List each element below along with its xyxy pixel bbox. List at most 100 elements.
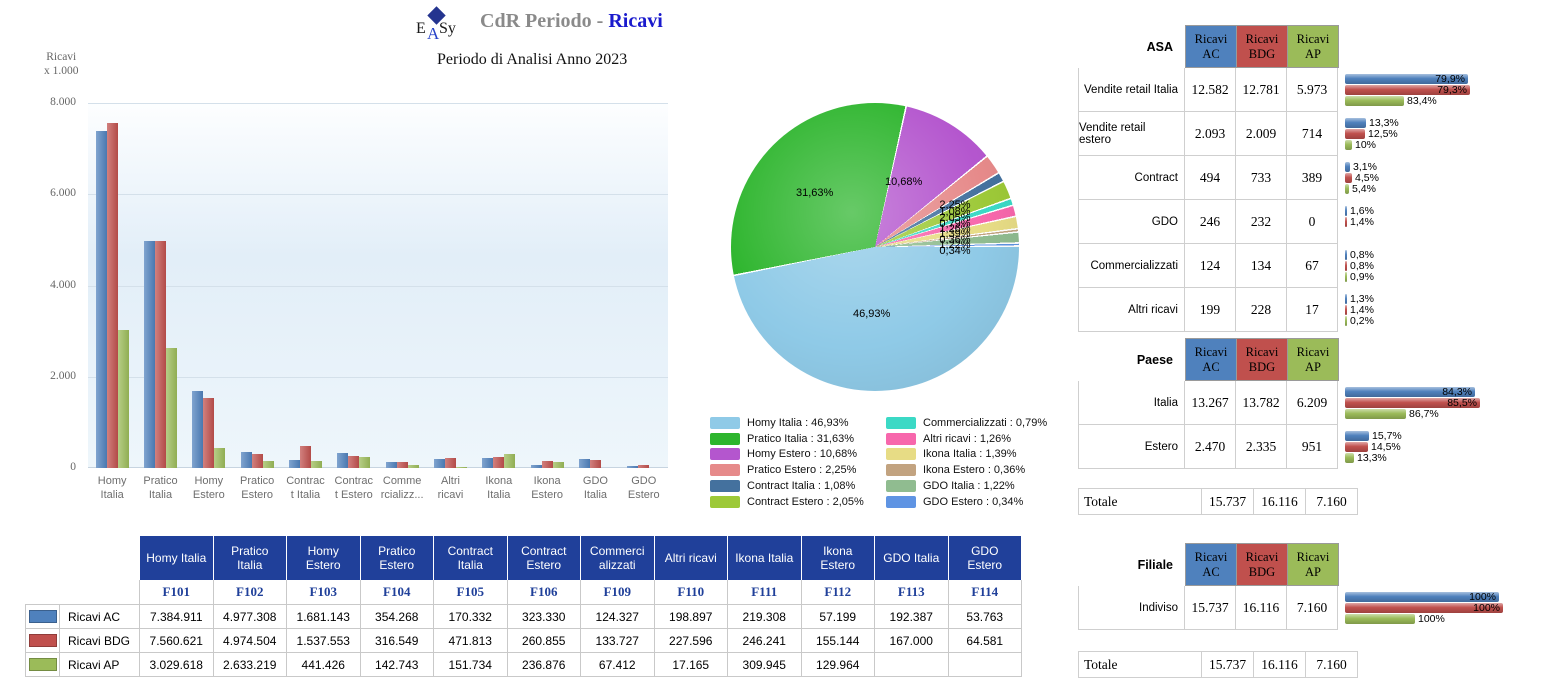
column-header-line: Ricavi	[1195, 345, 1228, 360]
legend-swatch	[710, 480, 740, 492]
mini-bar-slot: 0,8%	[1345, 261, 1559, 272]
detail-value-cell: 4.974.504	[213, 628, 288, 653]
bar-ap	[118, 330, 129, 468]
column-header-line: Ricavi	[1246, 32, 1279, 47]
mini-bar-slot: 13,3%	[1345, 118, 1559, 129]
mini-bar-group: 13,3%12,5%10%	[1345, 112, 1559, 156]
header-line: GDO Italia	[875, 551, 948, 565]
bar-ac	[434, 459, 445, 468]
mini-bar-slot: 100%	[1345, 603, 1559, 614]
mini-bar-label: 14,5%	[1371, 442, 1401, 452]
detail-column-header-F111: Ikona Italia	[728, 536, 802, 580]
header-line: Homy Italia	[140, 551, 213, 565]
x-axis-label-line: Italia	[88, 488, 136, 502]
detail-value-cell: 170.332	[433, 604, 508, 629]
x-axis-label: Altriricavi	[426, 474, 474, 502]
mini-bar-group: 3,1%4,5%5,4%	[1345, 156, 1559, 200]
mini-bar-ac: 84,3%	[1345, 387, 1475, 397]
y-tick-label: 2.000	[50, 370, 76, 382]
bar-group-10	[571, 103, 619, 468]
legend-label: Altri ricavi : 1,26%	[923, 433, 1011, 445]
value-cell: 134	[1235, 244, 1287, 288]
mini-bar-slot: 12,5%	[1345, 129, 1559, 140]
mini-bar-label: 13,3%	[1369, 118, 1399, 128]
mini-bar-label: 100%	[1473, 603, 1500, 613]
legend-item: GDO Estero : 0,34%	[886, 494, 1056, 510]
column-header-line: BDG	[1249, 47, 1275, 62]
bar-ac	[289, 460, 300, 468]
bar-bdg	[107, 123, 118, 468]
value-cell: 228	[1235, 288, 1287, 332]
legend-label: Pratico Italia : 31,63%	[747, 433, 854, 445]
value-cell: 951	[1286, 425, 1338, 469]
x-axis-label-line: Italia	[571, 488, 619, 502]
legend-swatch	[710, 448, 740, 460]
mini-bar-bdg	[1345, 217, 1347, 227]
bar-group-2	[185, 103, 233, 468]
logo-letter: E	[416, 20, 426, 38]
row-label: Estero	[1078, 425, 1185, 469]
value-cell: 12.781	[1235, 68, 1287, 112]
mini-bar-label: 85,5%	[1447, 398, 1477, 408]
legend-item: Altri ricavi : 1,26%	[886, 431, 1056, 447]
column-header-line: BDG	[1249, 360, 1275, 375]
mini-bar-ap	[1345, 184, 1349, 194]
mini-bar-bdg	[1345, 173, 1352, 183]
detail-column-header-F110: Altri ricavi	[655, 536, 729, 580]
value-cell: 733	[1235, 156, 1287, 200]
column-header-ap: RicaviAP	[1287, 25, 1339, 68]
value-cell: 12.582	[1184, 68, 1236, 112]
legend-label: GDO Italia : 1,22%	[923, 480, 1015, 492]
bar-ap	[311, 461, 322, 468]
totale-value: 16.116	[1253, 652, 1305, 677]
mini-bar-slot: 84,3%	[1345, 387, 1559, 398]
bar-group-0	[88, 103, 136, 468]
mini-bar-slot: 83,4%	[1345, 96, 1559, 107]
table-header-row: ASARicaviACRicaviBDGRicaviAP	[1078, 25, 1559, 68]
row-label: Italia	[1078, 381, 1185, 425]
legend-item: Pratico Estero : 2,25%	[710, 462, 886, 478]
detail-value-cell: 17.165	[654, 652, 729, 677]
detail-value-cell: 167.000	[874, 628, 949, 653]
x-axis-label-line: t Estero	[330, 488, 378, 502]
column-header-ac: RicaviAC	[1185, 25, 1237, 68]
legend-item: Ikona Italia : 1,39%	[886, 447, 1056, 463]
y-tick-label: 0	[70, 461, 76, 473]
legend-item: Homy Estero : 10,68%	[710, 447, 886, 463]
logo-letter: A	[427, 24, 439, 44]
detail-column-header-F102: PraticoItalia	[214, 536, 288, 580]
header-line: Estero	[802, 558, 875, 572]
bar-bdg	[590, 460, 601, 468]
header-line: GDO	[949, 544, 1022, 558]
legend-swatch	[710, 464, 740, 476]
detail-value-cell: 133.727	[580, 628, 655, 653]
mini-bar-ac	[1345, 206, 1347, 216]
mini-bar-slot: 79,9%	[1345, 74, 1559, 85]
column-code: F112	[801, 580, 876, 605]
y-tick-label: 8.000	[50, 96, 76, 108]
legend-item: Contract Estero : 2,05%	[710, 494, 886, 510]
column-header-line: AC	[1202, 565, 1219, 580]
detail-value-cell: 7.384.911	[139, 604, 214, 629]
header-line: Estero	[949, 558, 1022, 572]
column-code: F101	[139, 580, 214, 605]
bar-ap	[504, 454, 515, 468]
detail-value-cell: 124.327	[580, 604, 655, 629]
bar-ap	[214, 448, 225, 468]
x-axis-label: Commercializz...	[378, 474, 426, 502]
detail-column-header-F112: IkonaEstero	[802, 536, 876, 580]
bar-ac	[627, 466, 638, 468]
series-label: Ricavi BDG	[59, 628, 140, 653]
bar-group-6	[378, 103, 426, 468]
mini-bar-label: 4,5%	[1355, 173, 1379, 183]
row-label: Commercializzati	[1078, 244, 1185, 288]
legend-item: Commercializzati : 0,79%	[886, 415, 1056, 431]
detail-value-cell: 316.549	[360, 628, 435, 653]
bar-bdg	[348, 456, 359, 468]
bar-ac	[241, 452, 252, 468]
column-header-bdg: RicaviBDG	[1236, 25, 1288, 68]
detail-value-cell: 2.633.219	[213, 652, 288, 677]
mini-bar-slot: 1,3%	[1345, 294, 1559, 305]
detail-value-cell	[874, 652, 949, 677]
mini-bar-ac: 79,9%	[1345, 74, 1468, 84]
